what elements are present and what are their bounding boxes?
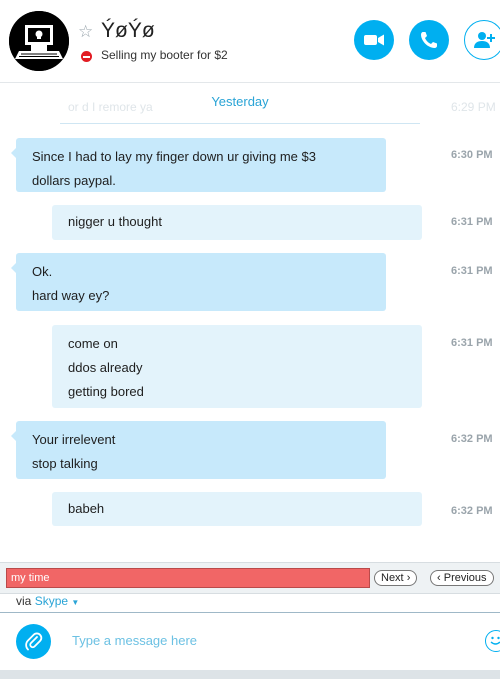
chevron-left-icon: ‹: [437, 572, 444, 584]
via-prefix: via: [16, 594, 32, 608]
contact-name: ÝøÝø: [101, 19, 155, 42]
message-input[interactable]: [70, 632, 454, 649]
favorite-star-icon[interactable]: ☆: [78, 22, 93, 42]
message-timestamp: 6:31 PM: [451, 265, 493, 277]
add-people-button[interactable]: [464, 20, 500, 60]
via-service-name: Skype: [34, 594, 69, 608]
find-next-label: Next: [381, 572, 404, 584]
find-in-chat-bar: Next › ‹ Previous: [0, 562, 500, 594]
conversation-area[interactable]: or d I remore ya 6:29 PM Yesterday Since…: [0, 83, 500, 561]
message-timestamp: 6:32 PM: [451, 505, 493, 517]
phone-icon: [421, 32, 437, 48]
message-bubble-outgoing[interactable]: babeh: [52, 492, 422, 526]
window-bottom-edge: [0, 670, 500, 679]
message-timestamp: 6:31 PM: [451, 216, 493, 228]
message-line: getting bored: [68, 384, 144, 399]
avatar-image: [9, 11, 69, 71]
emoticon-button[interactable]: [485, 630, 500, 652]
message-line: Your irrelevent: [32, 432, 116, 447]
chat-header: ☆ ÝøÝø Selling my booter for $2: [0, 0, 500, 83]
message-line: dollars paypal.: [32, 173, 116, 188]
contact-mood-message: Selling my booter for $2: [101, 48, 228, 62]
contact-avatar[interactable]: [9, 11, 69, 71]
message-line: Ok.: [32, 264, 53, 279]
message-bubble-incoming[interactable]: Your irrelevent stop talking: [11, 421, 386, 479]
chevron-right-icon: ›: [406, 572, 411, 584]
message-bubble-outgoing[interactable]: come on ddos already getting bored: [52, 325, 422, 408]
message-line: hard way ey?: [32, 288, 110, 303]
emoticon-icon: [490, 636, 500, 645]
do-not-disturb-icon: [81, 51, 92, 62]
message-timestamp: 6:30 PM: [451, 149, 493, 161]
message-line: nigger u thought: [68, 214, 162, 229]
find-previous-button[interactable]: ‹ Previous: [430, 570, 494, 586]
video-call-button[interactable]: [354, 20, 394, 60]
message-line: come on: [68, 336, 118, 351]
video-call-icon: [364, 34, 384, 46]
message-bubble-incoming[interactable]: Ok. hard way ey?: [11, 253, 386, 311]
message-bubble-outgoing[interactable]: nigger u thought: [52, 205, 422, 240]
add-person-icon: [474, 32, 495, 48]
message-line: babeh: [68, 501, 105, 516]
date-separator: Yesterday: [211, 94, 269, 109]
paperclip-icon: [24, 632, 42, 650]
find-next-button[interactable]: Next ›: [374, 570, 418, 586]
message-line: Since I had to lay my finger down ur giv…: [32, 149, 316, 164]
find-previous-label: Previous: [443, 572, 487, 584]
dropdown-arrow-icon: ▼: [71, 598, 80, 607]
message-line: ddos already: [68, 360, 143, 375]
via-service-selector[interactable]: via Skype ▼: [16, 594, 79, 608]
message-line: stop talking: [32, 456, 98, 471]
message-composer: [0, 612, 500, 671]
message-timestamp: 6:32 PM: [451, 433, 493, 445]
message-bubble-incoming[interactable]: Since I had to lay my finger down ur giv…: [11, 138, 386, 192]
faded-previous-time: 6:29 PM: [451, 100, 496, 114]
date-divider-line: [60, 123, 420, 124]
attach-file-button[interactable]: [16, 624, 51, 659]
voice-call-button[interactable]: [409, 20, 449, 60]
message-timestamp: 6:31 PM: [451, 337, 493, 349]
find-input[interactable]: [6, 568, 370, 588]
